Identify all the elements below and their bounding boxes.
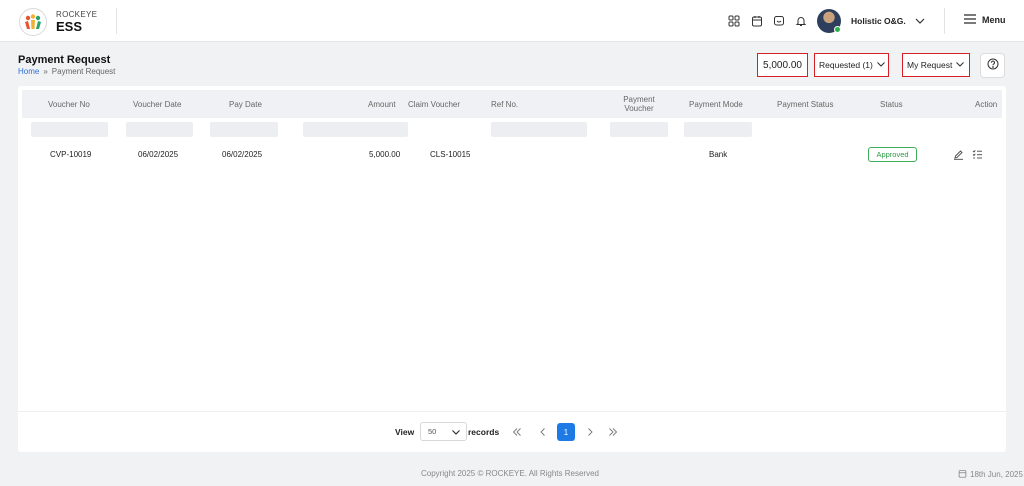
page-button-current[interactable]: 1	[557, 423, 575, 441]
breadcrumb-home[interactable]: Home	[18, 67, 39, 76]
column-header-status[interactable]: Status	[880, 90, 903, 118]
scope-filter-label: My Request	[907, 60, 953, 70]
pagination-view-label: View	[395, 427, 415, 437]
brand-main-text: ESS	[56, 19, 83, 34]
filter-pay-date-input[interactable]	[210, 122, 278, 137]
rockeye-logo[interactable]	[19, 8, 47, 36]
footer-date: 18th Jun, 2025	[958, 469, 1023, 480]
page-title: Payment Request	[18, 54, 111, 66]
column-header-ref-no[interactable]: Ref No.	[491, 90, 518, 118]
menu-button[interactable]: Menu	[964, 14, 1006, 26]
status-badge: Approved	[868, 147, 917, 162]
footer-date-text: 18th Jun, 2025	[970, 470, 1023, 479]
calendar-icon	[958, 469, 967, 480]
breadcrumb-current: Payment Request	[51, 67, 116, 76]
table-header: Voucher No Voucher Date Pay Date Amount …	[22, 90, 1002, 118]
filter-payment-mode-input[interactable]	[684, 122, 752, 137]
copyright-text: Copyright 2025 © ROCKEYE. All Rights Res…	[421, 469, 599, 478]
menu-label: Menu	[982, 15, 1006, 25]
cell-pay-date: 06/02/2025	[222, 150, 263, 159]
column-header-claim-voucher[interactable]: Claim Voucher	[408, 90, 460, 118]
cell-payment-mode: Bank	[709, 150, 728, 159]
column-header-voucher-date[interactable]: Voucher Date	[133, 90, 181, 118]
cell-voucher-date: 06/02/2025	[138, 150, 179, 159]
help-icon	[987, 57, 999, 75]
breadcrumb: Home » Payment Request	[18, 67, 115, 76]
cell-voucher-no[interactable]: CVP-10019	[50, 150, 91, 159]
online-status-dot	[834, 26, 841, 33]
column-header-pay-date[interactable]: Pay Date	[229, 90, 262, 118]
cell-amount: 5,000.00	[369, 150, 401, 159]
filter-voucher-no-input[interactable]	[31, 122, 108, 137]
help-button[interactable]	[980, 53, 1005, 78]
column-header-payment-status[interactable]: Payment Status	[777, 90, 833, 118]
column-header-voucher-no[interactable]: Voucher No	[48, 90, 90, 118]
chevron-down-icon[interactable]	[914, 14, 926, 32]
filter-payment-voucher-input[interactable]	[610, 122, 668, 137]
hamburger-icon	[964, 14, 976, 26]
top-divider	[944, 8, 945, 34]
panel-divider	[18, 411, 1006, 412]
bell-icon[interactable]	[793, 13, 809, 29]
page-size-value: 50	[428, 427, 437, 436]
user-name[interactable]: Holistic O&G.	[851, 16, 906, 26]
apps-icon[interactable]	[726, 13, 742, 29]
last-page-icon[interactable]	[604, 423, 622, 441]
pagination-records-label: records	[468, 427, 500, 437]
first-page-icon[interactable]	[508, 423, 526, 441]
edit-icon[interactable]	[951, 147, 965, 161]
status-filter-dropdown[interactable]: Requested (1)	[814, 53, 889, 77]
scope-filter-dropdown[interactable]: My Request	[902, 53, 970, 77]
cell-claim-voucher[interactable]: CLS-10015	[430, 150, 470, 159]
next-page-icon[interactable]	[581, 423, 599, 441]
chevron-down-icon	[955, 59, 965, 71]
chevron-down-icon	[451, 427, 461, 439]
column-header-payment-voucher[interactable]: Payment Voucher	[620, 90, 658, 118]
column-header-action[interactable]: Action	[975, 90, 997, 118]
brand-divider	[116, 8, 117, 34]
page-size-select[interactable]: 50	[420, 422, 467, 441]
total-amount: 5,000.00	[757, 53, 808, 77]
filter-voucher-date-input[interactable]	[126, 122, 193, 137]
list-icon[interactable]	[970, 147, 984, 161]
payment-request-panel: Voucher No Voucher Date Pay Date Amount …	[18, 86, 1006, 452]
column-header-payment-mode[interactable]: Payment Mode	[689, 90, 743, 118]
filter-ref-no-input[interactable]	[491, 122, 587, 137]
status-filter-label: Requested (1)	[819, 60, 873, 70]
chevron-down-icon	[876, 59, 886, 71]
chat-icon[interactable]	[771, 13, 787, 29]
top-bar: ROCKEYE ESS Holistic O&G. Menu	[0, 0, 1024, 42]
column-header-amount[interactable]: Amount	[368, 90, 396, 118]
prev-page-icon[interactable]	[534, 423, 552, 441]
filter-amount-input[interactable]	[303, 122, 408, 137]
breadcrumb-separator: »	[43, 67, 48, 76]
calendar-icon[interactable]	[749, 13, 765, 29]
brand-top-text: ROCKEYE	[56, 10, 98, 19]
